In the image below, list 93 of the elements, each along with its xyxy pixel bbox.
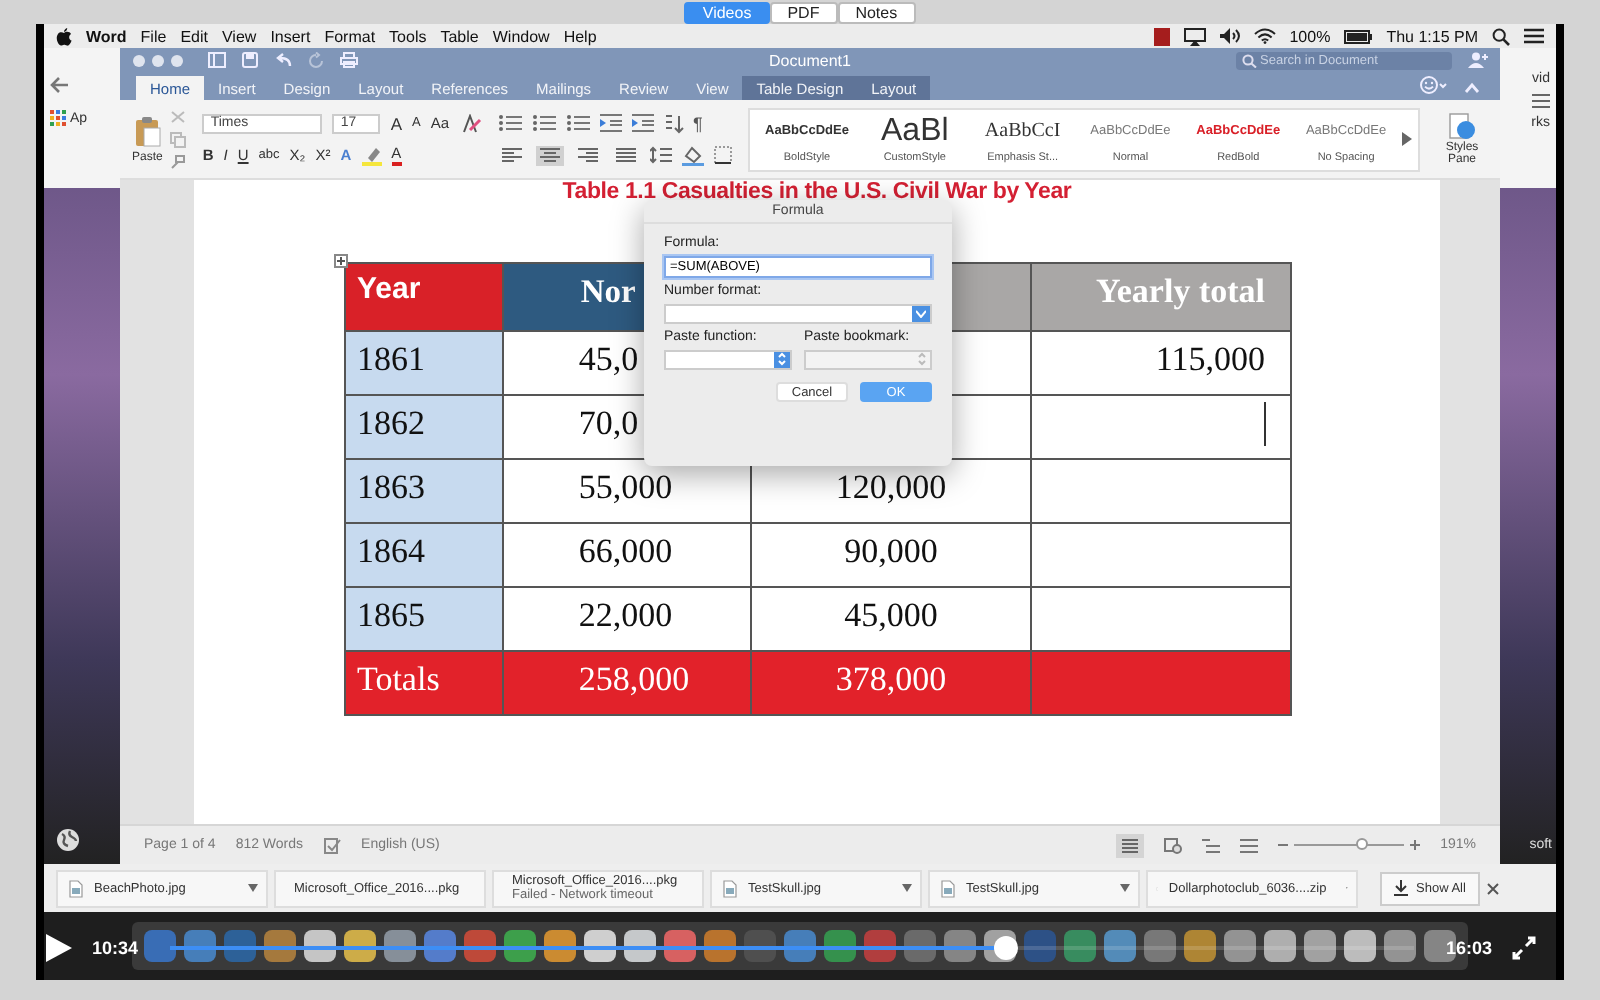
draft-view-icon[interactable]: [1240, 837, 1259, 853]
table-cell: 90,000: [751, 523, 1031, 587]
table-cell: 1861: [344, 331, 504, 395]
menu-item[interactable]: Tools: [389, 27, 427, 45]
table-cell: 1864: [344, 523, 504, 587]
paste-function-popup[interactable]: [664, 350, 792, 370]
image-file-icon: [720, 879, 738, 897]
line-spacing-icon[interactable]: [649, 146, 672, 164]
stepper-icon: [778, 352, 786, 366]
align-button[interactable]: [611, 145, 640, 165]
number-format-dropdown[interactable]: [664, 304, 932, 324]
menu-item[interactable]: Format: [324, 27, 376, 45]
print-layout-view-icon[interactable]: [1116, 833, 1145, 857]
back-arrow-icon[interactable]: [50, 76, 70, 94]
menu-item[interactable]: Edit: [180, 27, 208, 45]
table-cell: 1863: [344, 459, 504, 523]
table-caption: Table 1.1 Casualties in the U.S. Civil War by Year: [562, 180, 1072, 204]
wifi-icon[interactable]: [1253, 28, 1276, 44]
dropdown-caret-icon: [916, 310, 926, 318]
align-button[interactable]: [573, 145, 602, 165]
display-icon[interactable]: [1183, 27, 1206, 45]
menu-item[interactable]: File: [140, 27, 167, 45]
table-header-cell: Year: [344, 263, 504, 331]
list-format-icon[interactable]: [531, 114, 556, 132]
viewer-tab[interactable]: Notes: [837, 2, 916, 24]
menu-item[interactable]: Table: [440, 27, 479, 45]
smiley-icon[interactable]: [1420, 76, 1448, 94]
proofing-icon[interactable]: [323, 837, 342, 853]
menu-item[interactable]: Insert: [270, 27, 311, 45]
table-cell: 66,000: [503, 523, 752, 587]
menu-item[interactable]: Help: [563, 27, 597, 45]
globe-icon[interactable]: [56, 828, 80, 852]
indent-icon[interactable]: [631, 114, 654, 132]
battery-percentage: 100%: [1289, 27, 1331, 45]
font-size-button[interactable]: A: [390, 113, 403, 133]
apple-icon[interactable]: [56, 27, 72, 45]
image-file-icon: [938, 879, 956, 897]
table-cell: 115,000: [1030, 331, 1290, 395]
close-icon[interactable]: [1485, 881, 1500, 895]
zoom-slider-thumb[interactable]: [1356, 838, 1369, 850]
table-move-handle-icon[interactable]: [333, 254, 347, 268]
search-icon: [1242, 53, 1258, 67]
list-icon[interactable]: [1524, 28, 1544, 44]
window-title: Document1: [767, 51, 853, 69]
viewer-tab[interactable]: PDF: [769, 2, 838, 24]
save-icon[interactable]: [242, 52, 258, 68]
menu-item[interactable]: Window: [492, 27, 550, 45]
borders-icon[interactable]: [713, 146, 732, 164]
clear-formatting-icon[interactable]: [459, 113, 482, 133]
align-button[interactable]: [535, 145, 564, 165]
table-cell: 378,000: [751, 651, 1031, 715]
menu-clock[interactable]: Thu 1:15 PM: [1386, 27, 1478, 45]
apps-grid-icon[interactable]: [50, 110, 66, 126]
table-cell: 258,000: [503, 651, 752, 715]
menu-item[interactable]: View: [221, 27, 257, 45]
highlighter-icon[interactable]: [361, 145, 382, 165]
fullscreen-icon[interactable]: [1512, 936, 1536, 960]
total-time: 16:03: [1445, 938, 1492, 958]
table-cell: 1865: [344, 587, 504, 651]
format-painter-icon[interactable]: [170, 153, 187, 169]
clipboard-icon: [133, 115, 162, 147]
table-cell: Totals: [344, 651, 504, 715]
play-icon[interactable]: [44, 934, 72, 962]
battery-icon[interactable]: [1344, 29, 1373, 43]
stepper-icon: [918, 352, 926, 366]
table-header-cell: Yearly total: [1030, 263, 1290, 331]
collapse-caret-icon[interactable]: [1464, 82, 1480, 94]
zoom-out-icon[interactable]: [1278, 840, 1289, 850]
styles-pane-icon: [1448, 112, 1476, 142]
download-icon: [1394, 880, 1408, 896]
gallery-next-icon[interactable]: [1401, 132, 1412, 146]
shading-icon[interactable]: [681, 145, 704, 165]
menu-app-name[interactable]: Word: [86, 27, 127, 45]
image-file-icon: [66, 879, 84, 897]
zoom-in-icon[interactable]: [1410, 840, 1421, 850]
zoom-slider[interactable]: [1278, 840, 1421, 850]
volume-icon[interactable]: [1219, 28, 1240, 44]
list-format-icon[interactable]: [565, 114, 590, 132]
indent-icon[interactable]: [599, 114, 622, 132]
app-status-icon[interactable]: [1153, 27, 1170, 45]
undo-icon[interactable]: [274, 52, 292, 68]
elapsed-time: 10:34: [92, 938, 139, 958]
show-formatting-marks-button[interactable]: ¶: [693, 113, 703, 133]
outline-view-icon[interactable]: [1202, 837, 1221, 853]
web-layout-view-icon[interactable]: [1164, 837, 1183, 853]
align-button[interactable]: [497, 145, 526, 165]
print-icon[interactable]: [340, 52, 358, 68]
sidebar-icon[interactable]: [208, 52, 226, 68]
sort-icon[interactable]: [663, 113, 684, 133]
search-icon[interactable]: [1492, 27, 1510, 45]
table-cell: 1862: [344, 395, 504, 459]
menu-icon[interactable]: [1532, 94, 1550, 108]
list-format-icon[interactable]: [497, 114, 522, 132]
